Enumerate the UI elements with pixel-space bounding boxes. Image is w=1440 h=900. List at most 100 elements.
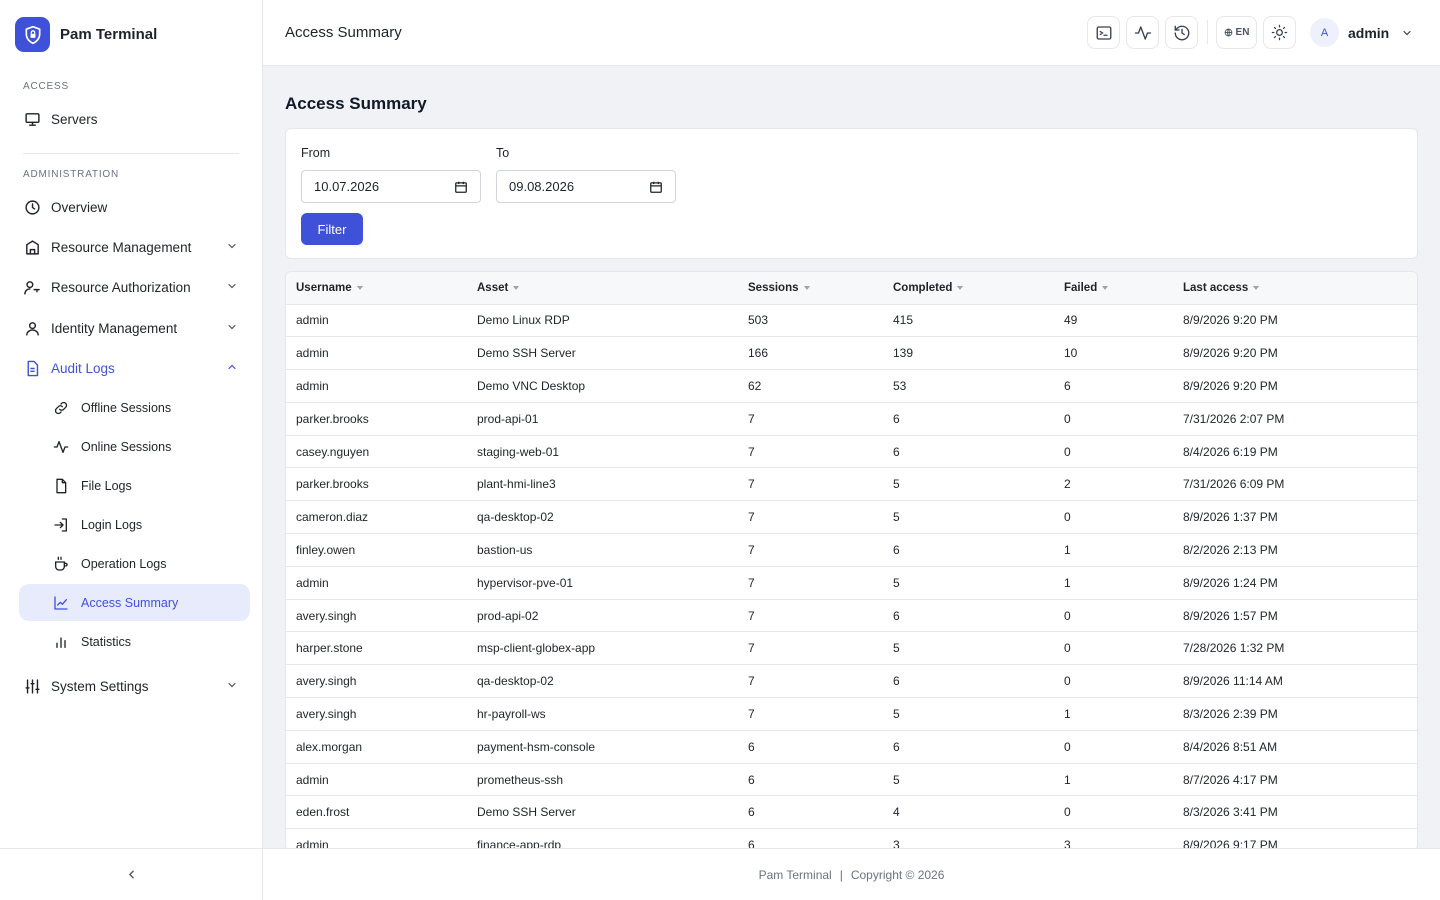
cell-username: eden.frost — [286, 795, 467, 830]
user-menu[interactable]: A admin — [1310, 18, 1413, 47]
cell-sessions: 7 — [738, 467, 883, 502]
cell-username: admin — [286, 566, 467, 600]
top-header: Access Summary EN A admin — [263, 0, 1440, 66]
cell-username: alex.morgan — [286, 730, 467, 764]
sidebar-item-system-settings[interactable]: System Settings — [19, 667, 250, 705]
column-header-completed[interactable]: Completed — [883, 272, 1054, 305]
table-row[interactable]: admin prometheus-ssh 6 5 1 8/7/2026 4:17 PM — [286, 763, 1417, 797]
from-label: From — [301, 146, 331, 160]
cell-asset: payment-hsm-console — [467, 730, 738, 764]
table-row[interactable]: admin hypervisor-pve-01 7 5 1 8/9/2026 1:24 P… — [286, 566, 1417, 600]
cell-completed: 6 — [883, 599, 1054, 633]
cell-asset: qa-desktop-02 — [467, 664, 738, 699]
cell-failed: 0 — [1054, 730, 1173, 764]
table-row[interactable]: admin Demo VNC Desktop 62 53 6 8/9/2026 9:20 … — [286, 369, 1417, 403]
sidebar-item-identity-management[interactable]: Identity Management — [19, 309, 250, 347]
sidebar-item-servers[interactable]: Servers — [19, 100, 250, 138]
table-row[interactable]: admin Demo Linux RDP 503 415 49 8/9/2026 9:20… — [286, 304, 1417, 338]
sidebar-item-label: Statistics — [81, 634, 132, 649]
column-label: Asset — [477, 281, 509, 294]
cell-last-access: 8/9/2026 11:14 AM — [1173, 664, 1417, 699]
sort-caret-icon — [513, 285, 520, 290]
table-row[interactable]: parker.brooks prod-api-01 7 6 0 7/31/2026 2:0… — [286, 402, 1417, 436]
column-label: Completed — [893, 281, 953, 294]
column-header-failed[interactable]: Failed — [1054, 272, 1173, 305]
sidebar-item-statistics[interactable]: Statistics — [19, 623, 250, 660]
cell-completed: 4 — [883, 795, 1054, 830]
brand[interactable]: Pam Terminal — [15, 17, 157, 52]
sidebar-item-overview[interactable]: Overview — [19, 188, 250, 226]
filter-button[interactable]: Filter — [301, 213, 363, 245]
table-row[interactable]: parker.brooks plant-hmi-line3 7 5 2 7/31/2026… — [286, 467, 1417, 502]
cell-completed: 5 — [883, 467, 1054, 502]
cell-sessions: 7 — [738, 664, 883, 699]
cell-asset: Demo Linux RDP — [467, 304, 738, 338]
cell-sessions: 62 — [738, 369, 883, 403]
cell-asset: qa-desktop-02 — [467, 500, 738, 535]
cell-failed: 6 — [1054, 369, 1173, 403]
chevron-down-icon — [1401, 27, 1413, 39]
cell-sessions: 6 — [738, 795, 883, 830]
sidebar-item-resource-management[interactable]: Resource Management — [19, 228, 250, 266]
language-button[interactable]: EN — [1216, 16, 1257, 49]
table-row[interactable]: avery.singh hr-payroll-ws 7 5 1 8/3/2026 2:39… — [286, 697, 1417, 731]
activity-button[interactable] — [1126, 16, 1159, 49]
cell-failed: 49 — [1054, 304, 1173, 338]
sidebar-item-online-sessions[interactable]: Online Sessions — [19, 428, 250, 465]
sort-caret-icon — [1253, 285, 1260, 290]
sidebar-collapse-button[interactable] — [0, 848, 263, 900]
cell-sessions: 7 — [738, 631, 883, 666]
cell-sessions: 7 — [738, 500, 883, 535]
table-row[interactable]: cameron.diaz qa-desktop-02 7 5 0 8/9/2026 1:3… — [286, 500, 1417, 535]
column-header-sessions[interactable]: Sessions — [738, 272, 883, 305]
filter-card: From 10.07.2026 To 09.08.2026 Filter — [285, 128, 1418, 259]
calendar-icon[interactable] — [454, 180, 468, 194]
cell-sessions: 7 — [738, 566, 883, 600]
cell-asset: msp-client-globex-app — [467, 631, 738, 666]
user-icon — [23, 319, 41, 337]
calendar-icon[interactable] — [649, 180, 663, 194]
table-row[interactable]: eden.frost Demo SSH Server 6 4 0 8/3/2026 3:4… — [286, 795, 1417, 830]
column-header-username[interactable]: Username — [286, 272, 467, 305]
document-icon — [23, 359, 41, 377]
column-header-asset[interactable]: Asset — [467, 272, 738, 305]
to-date-input[interactable]: 09.08.2026 — [496, 170, 676, 203]
sidebar-item-access-summary[interactable]: Access Summary — [19, 584, 250, 621]
table-row[interactable]: avery.singh prod-api-02 7 6 0 8/9/2026 1:57 P… — [286, 599, 1417, 633]
globe-icon — [1224, 28, 1233, 37]
login-icon — [53, 517, 69, 533]
history-button[interactable] — [1165, 16, 1198, 49]
table-row[interactable]: casey.nguyen staging-web-01 7 6 0 8/4/2026 6:… — [286, 435, 1417, 469]
cell-username: parker.brooks — [286, 402, 467, 436]
sidebar-item-label: Access Summary — [81, 595, 179, 610]
sidebar-item-offline-sessions[interactable]: Offline Sessions — [19, 389, 250, 426]
sidebar-item-label: Login Logs — [81, 517, 143, 532]
cell-username: admin — [286, 336, 467, 371]
terminal-button[interactable] — [1087, 16, 1120, 49]
sidebar-item-login-logs[interactable]: Login Logs — [19, 506, 250, 543]
table-row[interactable]: harper.stone msp-client-globex-app 7 5 0 7/28… — [286, 631, 1417, 666]
cell-completed: 5 — [883, 631, 1054, 666]
cell-last-access: 7/31/2026 6:09 PM — [1173, 467, 1417, 502]
line-chart-icon — [53, 595, 69, 611]
cell-failed: 1 — [1054, 763, 1173, 797]
table-header-row: Username Asset Sessions Completed Failed… — [286, 272, 1417, 305]
table-row[interactable]: finley.owen bastion-us 7 6 1 8/2/2026 2:13 PM — [286, 533, 1417, 567]
sidebar-item-file-logs[interactable]: File Logs — [19, 467, 250, 504]
cell-completed: 415 — [883, 304, 1054, 338]
cell-failed: 1 — [1054, 566, 1173, 600]
sidebar-item-resource-authorization[interactable]: Resource Authorization — [19, 268, 250, 306]
from-date-value: 10.07.2026 — [314, 179, 380, 194]
column-header-last-access[interactable]: Last access — [1173, 272, 1417, 305]
from-date-input[interactable]: 10.07.2026 — [301, 170, 481, 203]
sidebar-item-audit-logs[interactable]: Audit Logs — [19, 349, 250, 387]
column-label: Failed — [1064, 281, 1098, 294]
table-row[interactable]: avery.singh qa-desktop-02 7 6 0 8/9/2026 11:1… — [286, 664, 1417, 699]
cell-asset: prometheus-ssh — [467, 763, 738, 797]
table-row[interactable]: admin Demo SSH Server 166 139 10 8/9/2026 9:2… — [286, 336, 1417, 371]
clock-icon — [23, 198, 41, 216]
sidebar-item-operation-logs[interactable]: Operation Logs — [19, 545, 250, 582]
cell-completed: 53 — [883, 369, 1054, 403]
table-row[interactable]: alex.morgan payment-hsm-console 6 6 0 8/4/202… — [286, 730, 1417, 764]
theme-toggle-button[interactable] — [1263, 16, 1296, 49]
